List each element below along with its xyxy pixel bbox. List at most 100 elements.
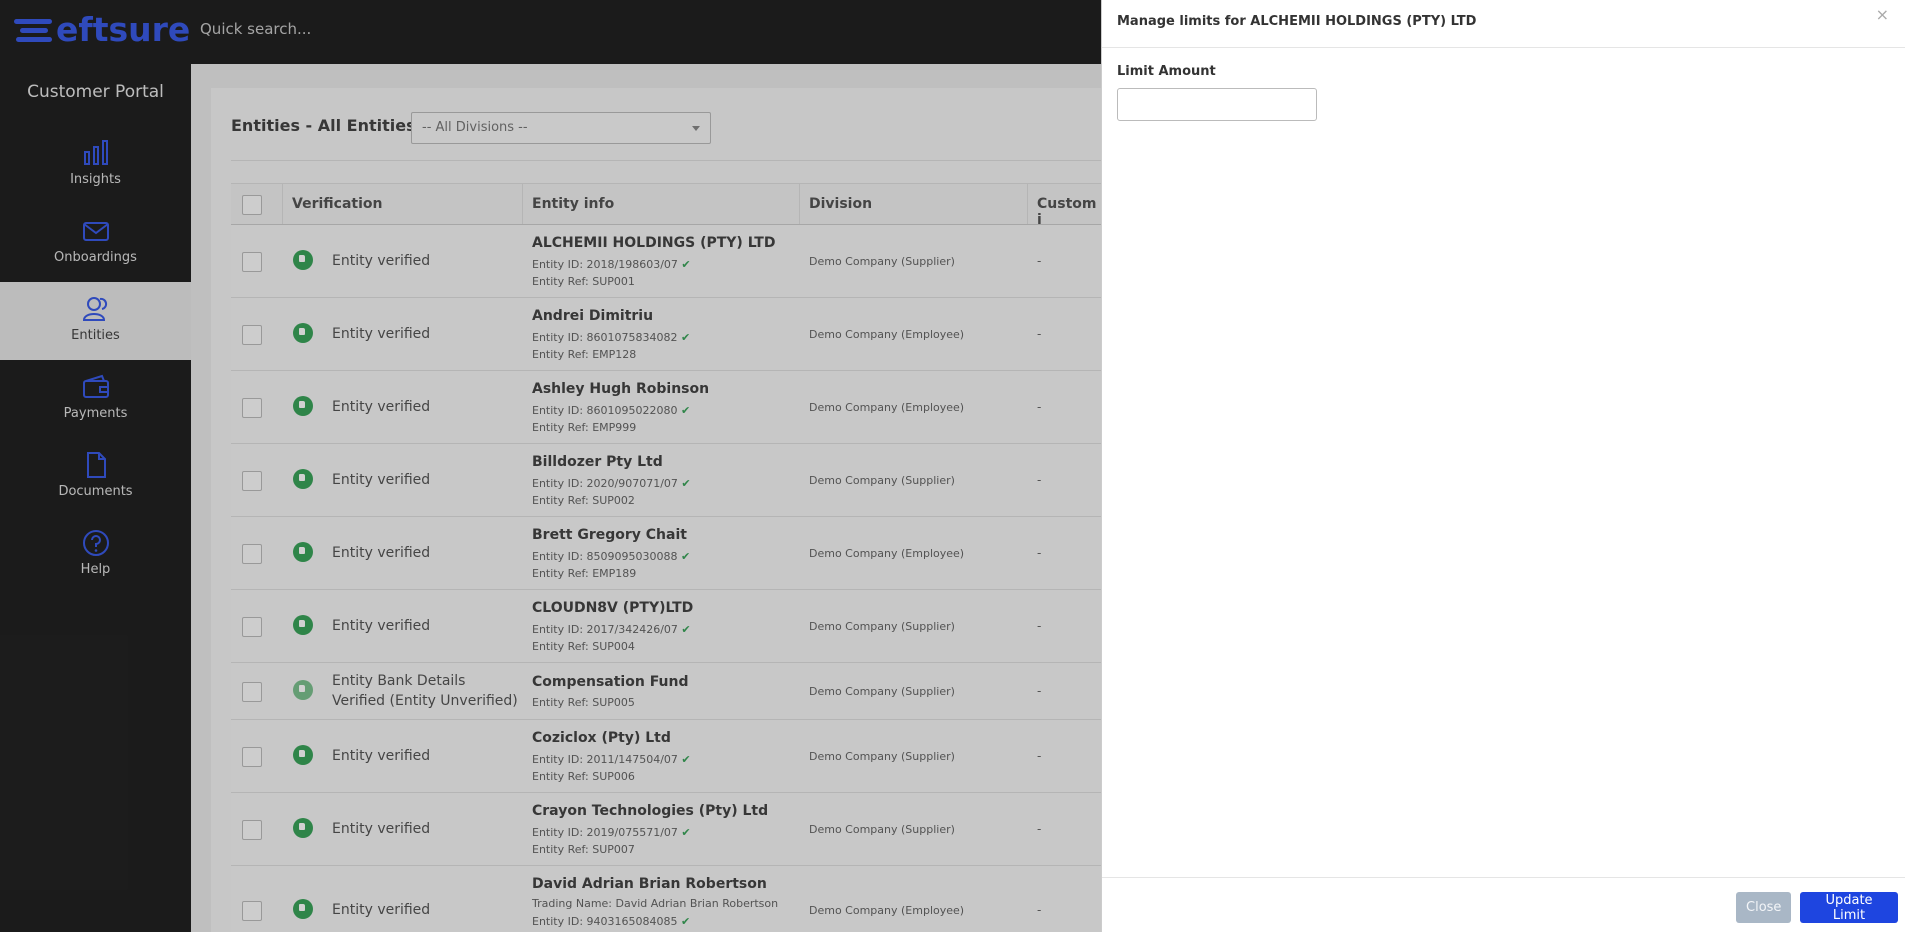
thumbs-up-icon <box>293 323 313 343</box>
verification-status: Entity verified <box>332 326 431 342</box>
thumbs-up-icon <box>293 542 313 562</box>
limit-amount-input[interactable] <box>1117 88 1317 121</box>
check-icon: ✔ <box>681 915 691 928</box>
entity-id: Entity ID: 9403165084085 ✔ <box>532 915 691 928</box>
table-row[interactable]: Entity verified Brett Gregory Chait Enti… <box>231 517 1101 590</box>
table-row[interactable]: Entity verified Crayon Technologies (Pty… <box>231 793 1101 866</box>
thumbs-up-icon <box>293 469 313 489</box>
table-row[interactable]: Entity verified Billdozer Pty Ltd Entity… <box>231 444 1101 517</box>
entity-name[interactable]: Crayon Technologies (Pty) Ltd <box>532 803 768 819</box>
entity-ref: Entity Ref: EMP999 <box>532 421 637 434</box>
thumbs-up-icon <box>293 899 313 919</box>
entity-ref: Entity Ref: EMP128 <box>532 348 637 361</box>
custom-value: - <box>1037 619 1042 633</box>
divider <box>231 160 1101 161</box>
check-icon: ✔ <box>681 550 691 563</box>
division-value: Demo Company (Supplier) <box>809 750 955 763</box>
row-checkbox[interactable] <box>242 747 262 767</box>
entity-name[interactable]: Billdozer Pty Ltd <box>532 454 663 470</box>
sidebar-item-documents[interactable]: Documents <box>0 438 191 516</box>
row-checkbox[interactable] <box>242 682 262 702</box>
check-icon: ✔ <box>681 623 691 636</box>
row-checkbox[interactable] <box>242 544 262 564</box>
page-title: Entities - All Entities <box>231 116 416 135</box>
table-row[interactable]: Entity Bank Details Verified (Entity Unv… <box>231 663 1101 720</box>
division-select[interactable]: -- All Divisions -- <box>411 112 711 144</box>
custom-value: - <box>1037 254 1042 268</box>
division-value: Demo Company (Supplier) <box>809 255 955 268</box>
division-value: Demo Company (Supplier) <box>809 823 955 836</box>
custom-value: - <box>1037 822 1042 836</box>
entity-ref: Entity Ref: SUP002 <box>532 494 635 507</box>
table-row[interactable]: Entity verified ALCHEMII HOLDINGS (PTY) … <box>231 225 1101 298</box>
table-row[interactable]: Entity verified Ashley Hugh Robinson Ent… <box>231 371 1101 444</box>
table-row[interactable]: Entity verified CLOUDN8V (PTY)LTD Entity… <box>231 590 1101 663</box>
entity-id: Entity ID: 8601095022080 ✔ <box>532 404 691 417</box>
entity-id: Entity ID: 2017/342426/07 ✔ <box>532 623 691 636</box>
verification-status: Entity verified <box>332 253 431 269</box>
verification-status: Entity Bank Details Verified (Entity Unv… <box>332 673 518 709</box>
thumbs-up-icon <box>293 250 313 270</box>
row-checkbox[interactable] <box>242 617 262 637</box>
custom-value: - <box>1037 400 1042 414</box>
custom-value: - <box>1037 327 1042 341</box>
entity-ref: Entity Ref: SUP005 <box>532 696 635 709</box>
column-header-division[interactable]: Division <box>809 196 872 212</box>
portal-title: Customer Portal <box>27 82 164 102</box>
thumbs-up-icon <box>293 818 313 838</box>
help-icon <box>82 530 109 556</box>
quick-search-input[interactable]: Quick search... <box>200 20 311 38</box>
logo-mark-icon <box>14 15 54 45</box>
sidebar-item-label: Entities <box>71 328 120 343</box>
row-checkbox[interactable] <box>242 252 262 272</box>
check-icon: ✔ <box>681 477 691 490</box>
entity-id: Entity ID: 2019/075571/07 ✔ <box>532 826 691 839</box>
row-checkbox[interactable] <box>242 325 262 345</box>
table-row[interactable]: Entity verified David Adrian Brian Rober… <box>231 866 1101 932</box>
entity-ref: Entity Ref: SUP001 <box>532 275 635 288</box>
entities-table: Verification Entity info Division Custom… <box>231 183 1101 932</box>
row-checkbox[interactable] <box>242 901 262 921</box>
entity-name[interactable]: Andrei Dimitriu <box>532 308 653 324</box>
entity-name[interactable]: Coziclox (Pty) Ltd <box>532 730 671 746</box>
entity-name[interactable]: Ashley Hugh Robinson <box>532 381 709 397</box>
envelope-icon <box>82 222 109 241</box>
close-button[interactable]: Close <box>1736 892 1792 923</box>
sidebar-item-onboardings[interactable]: Onboardings <box>0 204 191 282</box>
bar-chart-icon <box>83 140 108 165</box>
row-checkbox[interactable] <box>242 398 262 418</box>
manage-limits-panel: Manage limits for ALCHEMII HOLDINGS (PTY… <box>1101 0 1905 932</box>
panel-header: Manage limits for ALCHEMII HOLDINGS (PTY… <box>1102 0 1905 48</box>
entity-name[interactable]: Brett Gregory Chait <box>532 527 687 543</box>
column-header-entity-info[interactable]: Entity info <box>532 196 614 212</box>
column-header-verification[interactable]: Verification <box>292 196 382 212</box>
entity-ref: Entity Ref: SUP006 <box>532 770 635 783</box>
table-row[interactable]: Entity verified Andrei Dimitriu Entity I… <box>231 298 1101 371</box>
sidebar-item-entities[interactable]: Entities <box>0 282 191 360</box>
entity-name[interactable]: David Adrian Brian Robertson <box>532 876 767 892</box>
custom-value: - <box>1037 546 1042 560</box>
sidebar-item-help[interactable]: Help <box>0 516 191 594</box>
trading-name: Trading Name: David Adrian Brian Roberts… <box>532 897 779 910</box>
division-value: Demo Company (Supplier) <box>809 685 955 698</box>
row-checkbox[interactable] <box>242 471 262 491</box>
close-icon[interactable]: × <box>1876 7 1889 23</box>
entity-name[interactable]: CLOUDN8V (PTY)LTD <box>532 600 693 616</box>
update-limit-button[interactable]: Update Limit <box>1800 892 1898 923</box>
custom-value: - <box>1037 903 1042 917</box>
sidebar-item-payments[interactable]: Payments <box>0 360 191 438</box>
table-row[interactable]: Entity verified Coziclox (Pty) Ltd Entit… <box>231 720 1101 793</box>
row-checkbox[interactable] <box>242 820 262 840</box>
users-icon <box>82 297 107 321</box>
sidebar-item-label: Help <box>80 562 111 577</box>
entity-name[interactable]: ALCHEMII HOLDINGS (PTY) LTD <box>532 235 775 251</box>
entity-name[interactable]: Compensation Fund <box>532 674 689 690</box>
select-all-checkbox[interactable] <box>242 195 262 215</box>
sidebar-item-insights[interactable]: Insights <box>0 126 191 204</box>
division-value: Demo Company (Supplier) <box>809 474 955 487</box>
column-header-custom[interactable]: Custom i <box>1037 196 1101 228</box>
chevron-down-icon <box>692 126 700 131</box>
entity-id: Entity ID: 2011/147504/07 ✔ <box>532 753 691 766</box>
sidebar: Customer Portal Insights Onboardings Ent… <box>0 64 191 932</box>
eftsure-logo[interactable]: eftsure <box>14 12 190 48</box>
